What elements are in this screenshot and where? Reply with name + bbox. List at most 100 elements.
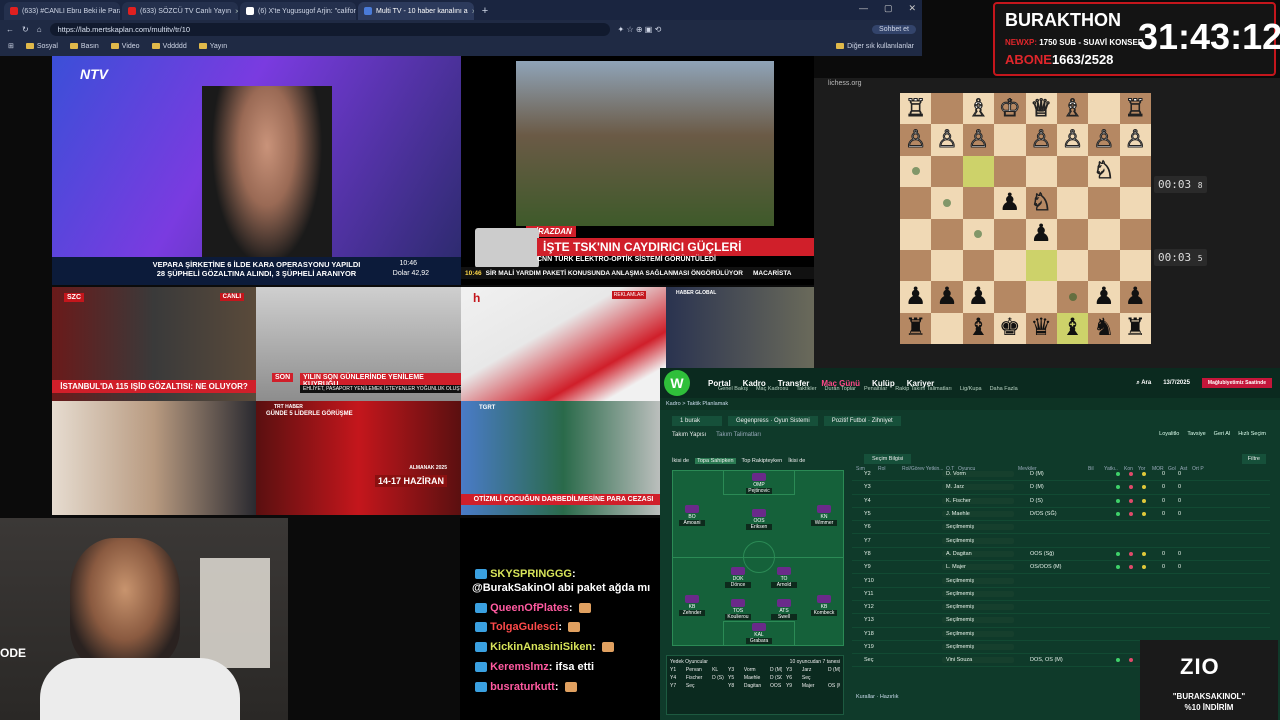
chess-piece-wP[interactable]: ♙ xyxy=(936,127,958,152)
chess-piece-wP[interactable]: ♙ xyxy=(1093,127,1115,152)
new-tab-button[interactable]: + xyxy=(476,2,494,20)
chess-piece-wR[interactable]: ♖ xyxy=(1124,96,1146,121)
tab-close-icon[interactable]: × xyxy=(235,7,238,16)
pitch-player[interactable]: KN Wimmer xyxy=(811,505,837,526)
chess-square[interactable]: ♟ xyxy=(900,281,932,313)
chess-piece-bP[interactable]: ♟ xyxy=(1093,284,1115,309)
pitch-player[interactable]: KB Zehnder xyxy=(679,595,705,616)
chess-square[interactable] xyxy=(994,155,1026,188)
bookmark-folder-video[interactable]: Video xyxy=(110,43,140,50)
tv-tile-haberglobal[interactable]: HABER GLOBAL xyxy=(666,287,814,368)
chess-square[interactable] xyxy=(931,312,963,344)
undo-button[interactable]: Geri Al xyxy=(1214,431,1231,437)
chess-square[interactable] xyxy=(931,249,963,282)
chess-square[interactable] xyxy=(931,187,963,219)
chess-piece-bP[interactable]: ♟ xyxy=(936,284,958,309)
subnav-item[interactable]: Duran Toplar xyxy=(825,386,856,392)
chess-piece-bB[interactable]: ♝ xyxy=(1062,316,1084,340)
player-select[interactable]: Seçilmemiş xyxy=(942,524,1014,531)
chess-piece-bR[interactable]: ♜ xyxy=(1125,316,1147,340)
chess-piece-bR[interactable]: ♜ xyxy=(905,316,927,340)
chess-square[interactable]: ♗ xyxy=(962,93,995,125)
chess-square[interactable] xyxy=(1056,249,1089,282)
chess-piece-bP[interactable]: ♟ xyxy=(1030,222,1052,246)
chess-square[interactable] xyxy=(962,155,995,188)
extensions-icon[interactable]: ✦ ☆ ⊕ ▣ ⟲ xyxy=(618,25,662,34)
maximize-icon[interactable]: ▢ xyxy=(884,3,893,14)
tv-tile-haberturk[interactable]: h REKLAMLAR xyxy=(461,287,666,401)
chess-piece-bP[interactable]: ♟ xyxy=(999,190,1021,215)
chess-square[interactable]: ♙ xyxy=(931,124,963,156)
player-select[interactable]: D. Vorm xyxy=(942,471,1014,478)
chess-square[interactable]: ♚ xyxy=(994,312,1026,344)
table-row[interactable]: Y7 Seçilmemiş xyxy=(852,534,1270,548)
player-select[interactable]: Seçilmemiş xyxy=(942,590,1014,597)
chess-square[interactable]: ♜ xyxy=(900,312,932,344)
chess-square[interactable] xyxy=(900,218,932,250)
chess-square[interactable] xyxy=(1088,93,1120,125)
player-select[interactable]: Seçilmemiş xyxy=(942,644,1014,650)
selection-info-button[interactable]: Seçim Bilgisi xyxy=(864,454,912,464)
pitch-player[interactable]: TOS Koulierou xyxy=(725,599,751,620)
chess-piece-bP[interactable]: ♟ xyxy=(905,284,927,309)
tv-tile-sozcu[interactable]: SZC CANLI İSTANBUL'DA 115 IŞİD GÖZALTISI… xyxy=(52,287,256,401)
chess-piece-bP[interactable]: ♟ xyxy=(1125,284,1147,309)
subnav-item[interactable]: Taktikler xyxy=(796,386,816,392)
table-row[interactable]: Y10 Seçilmemiş xyxy=(852,574,1270,588)
chess-square[interactable] xyxy=(994,124,1026,156)
chess-square[interactable]: ♜ xyxy=(1119,312,1151,344)
reload-icon[interactable]: ↻ xyxy=(22,25,29,34)
chess-square[interactable]: ♙ xyxy=(1056,124,1089,156)
table-row[interactable]: Y11 Seçilmemiş xyxy=(852,588,1270,601)
tv-tile-trt[interactable]: TRT HABER GÜNDE 5 LİDERLE GÖRÜŞME ALMANA… xyxy=(256,401,461,515)
chess-square[interactable]: ♛ xyxy=(1025,312,1057,344)
chess-square[interactable]: ♟ xyxy=(1088,281,1120,313)
subnav-item[interactable]: Genel Bakış xyxy=(718,386,748,392)
chess-square[interactable]: ♟ xyxy=(1025,218,1057,250)
player-select[interactable]: M. Jarz xyxy=(942,484,1014,491)
table-row[interactable]: Y2 D. Vorm D (M) 0 0 xyxy=(852,468,1270,482)
chess-square[interactable] xyxy=(900,249,932,282)
table-row[interactable]: Y18 Seçilmemiş xyxy=(852,628,1270,641)
chess-square[interactable]: ♕ xyxy=(1025,93,1057,125)
move-hint-dot[interactable] xyxy=(943,198,952,207)
chess-square[interactable] xyxy=(1056,281,1089,313)
chess-piece-wP[interactable]: ♙ xyxy=(1061,127,1083,152)
other-bookmarks[interactable]: Diğer sık kullanılanlar xyxy=(836,43,914,50)
chess-square[interactable]: ♖ xyxy=(1119,93,1151,125)
chess-square[interactable] xyxy=(994,218,1026,250)
pitch-tab-out-possession[interactable]: Top Rakipteyken xyxy=(742,458,783,464)
chess-square[interactable] xyxy=(931,155,963,188)
chess-square[interactable]: ♞ xyxy=(1088,312,1120,344)
player-select[interactable]: Seçilmemiş xyxy=(942,617,1014,624)
chess-square[interactable] xyxy=(900,187,932,219)
bookmark-folder-vddddd[interactable]: Vddddd xyxy=(151,43,187,50)
chess-square[interactable] xyxy=(900,155,932,188)
move-hint-dot[interactable] xyxy=(974,230,983,239)
tv-tile-ntv[interactable]: NTV VEPARA ŞİRKETİNE 6 İLDE KARA OPERASY… xyxy=(52,56,461,285)
chess-piece-bB[interactable]: ♝ xyxy=(968,316,990,340)
close-icon[interactable]: ✕ xyxy=(908,3,916,14)
style-select[interactable]: Pozitif Futbol · Zihniyet xyxy=(823,416,901,426)
chess-piece-bK[interactable]: ♚ xyxy=(999,316,1021,340)
table-row[interactable]: Y6 Seçilmemiş xyxy=(852,521,1270,535)
chess-square[interactable]: ♝ xyxy=(962,312,995,344)
chess-piece-wB[interactable]: ♗ xyxy=(967,96,989,121)
table-row[interactable]: Y4 K. Fischer D (S) 0 0 xyxy=(852,495,1270,508)
chess-square[interactable] xyxy=(962,187,995,219)
chess-square[interactable]: ♙ xyxy=(1119,124,1151,156)
chess-piece-wP[interactable]: ♙ xyxy=(1030,127,1052,152)
player-select[interactable]: Seçilmemiş xyxy=(942,537,1014,544)
chess-square[interactable]: ♘ xyxy=(1088,155,1120,188)
chess-square[interactable] xyxy=(994,249,1026,282)
chat-username[interactable]: busraturkutt xyxy=(490,681,555,693)
chess-board[interactable]: ♖ ♗ ♔ ♕ ♗ ♖ ♙ ♙ ♙ ♙ ♙ ♙ ♙ ♘ ♟ ♘ ♟ ♟ ♟ ♟ ♟ ♟ ♜ ♝ ♚ ♛ ♝ ♞ ♜ xyxy=(900,93,1151,344)
tab-close-icon[interactable]: × xyxy=(472,7,474,16)
player-select[interactable]: L. Majer xyxy=(942,564,1014,571)
player-select[interactable]: Seçilmemiş xyxy=(942,577,1014,584)
chess-square[interactable]: ♙ xyxy=(1088,124,1120,156)
subnav-item[interactable]: Maç Kadrosu xyxy=(756,386,788,392)
subnav-item[interactable]: Rakip Takım Talimatları xyxy=(895,386,952,392)
chess-square[interactable] xyxy=(1088,187,1120,219)
player-select[interactable]: J. Maehle xyxy=(942,511,1014,518)
